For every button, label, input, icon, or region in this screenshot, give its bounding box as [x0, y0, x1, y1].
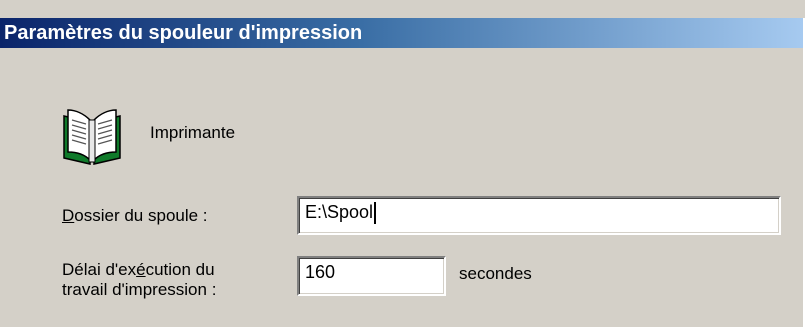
text-caret	[374, 202, 377, 225]
printer-book-icon	[63, 109, 121, 165]
window-right-edge	[805, 0, 809, 327]
job-delay-label-pre: Délai d'ex	[62, 260, 137, 279]
spool-folder-value: E:\Spool	[305, 202, 374, 222]
spool-folder-access-key: D	[62, 206, 75, 225]
job-delay-label-line1: Délai d'exécution du	[62, 260, 216, 280]
job-delay-label-line2: travail d'impression :	[62, 280, 217, 299]
job-delay-value: 160	[305, 262, 336, 282]
spooler-settings-dialog: Paramètres du spouleur d'impression Impr…	[0, 0, 805, 327]
job-delay-input[interactable]: 160	[297, 256, 446, 296]
spool-folder-label: Dossier du spoule :	[62, 206, 208, 226]
job-delay-access-key: é	[136, 260, 146, 279]
window-top-strip	[0, 0, 805, 18]
job-delay-label-post: cution du	[145, 260, 215, 279]
job-delay-unit: secondes	[459, 264, 532, 283]
job-delay-label: Délai d'exécution du travail d'impressio…	[62, 260, 216, 300]
spool-folder-label-text: ossier du spoule :	[74, 206, 208, 225]
dialog-title: Paramètres du spouleur d'impression	[4, 22, 363, 44]
printer-label: Imprimante	[150, 123, 236, 142]
dialog-titlebar[interactable]: Paramètres du spouleur d'impression	[0, 18, 803, 48]
spool-folder-input[interactable]: E:\Spool	[297, 196, 781, 235]
